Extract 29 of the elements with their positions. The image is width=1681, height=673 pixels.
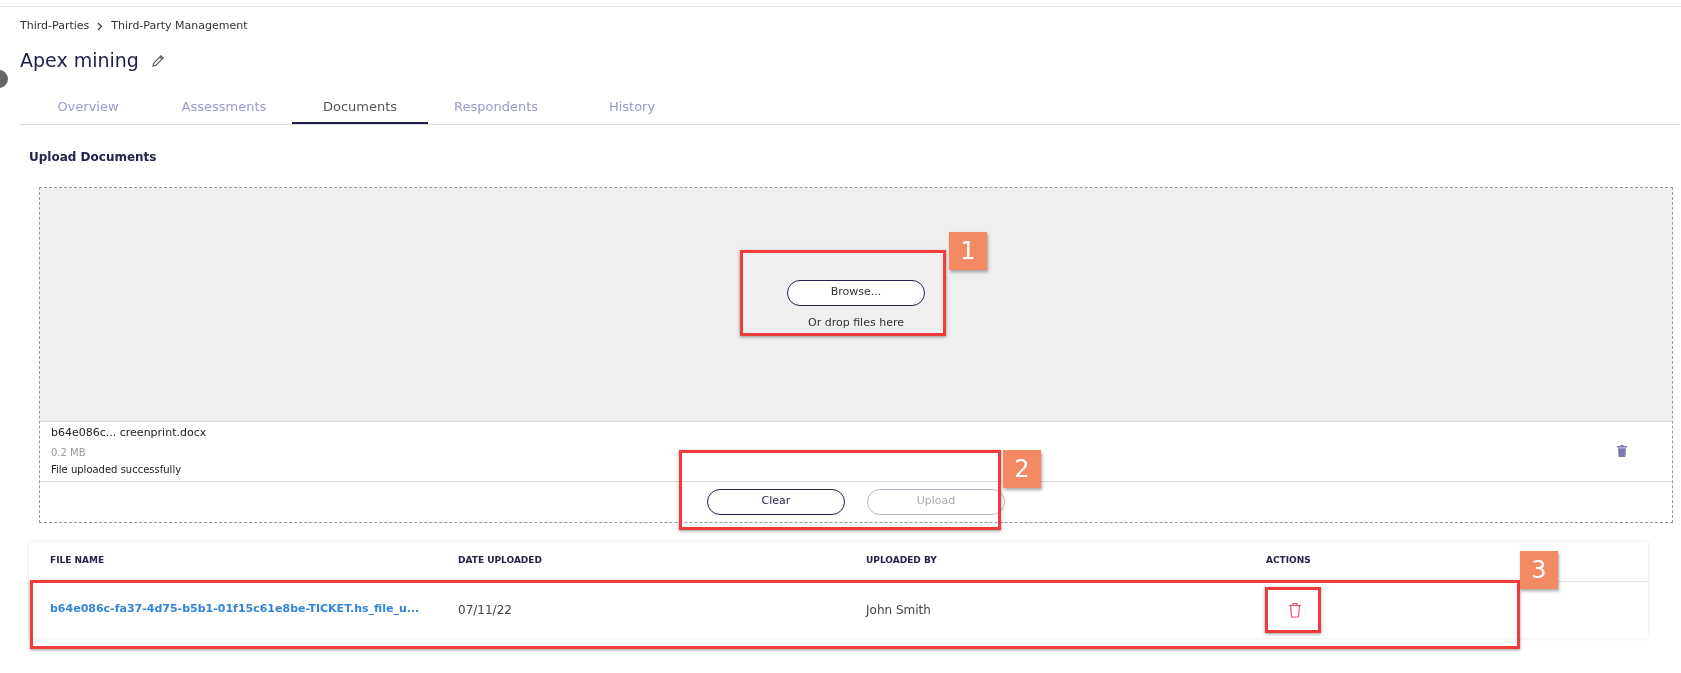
tab[interactable]: Documents <box>292 90 428 124</box>
upload-status: File uploaded successfully <box>51 462 183 477</box>
tab[interactable]: Respondents <box>428 90 564 124</box>
clear-button[interactable]: Clear <box>707 488 845 515</box>
callout-number: 3 <box>1520 551 1558 589</box>
callout-number: 2 <box>1003 450 1041 488</box>
trash-icon[interactable] <box>1617 445 1627 457</box>
file-name: b64e086c... creenprint.docx <box>51 425 207 442</box>
breadcrumb-link[interactable]: Third-Parties <box>20 18 90 35</box>
tab[interactable]: Assessments <box>156 90 292 124</box>
section-heading: Upload Documents <box>29 148 158 166</box>
drop-hint: Or drop files here <box>808 314 904 331</box>
file-size: 0.2 MB <box>51 445 87 460</box>
trash-icon[interactable] <box>1288 601 1302 618</box>
column-header: FILE NAME <box>50 554 106 568</box>
browse-button[interactable]: Browse... <box>787 279 925 306</box>
table-cell-text: 07/11/22 <box>458 601 513 619</box>
breadcrumb-current: Third-Party Management <box>111 18 248 34</box>
page-title: Apex mining <box>20 48 139 74</box>
column-header: DATE UPLOADED <box>458 554 543 568</box>
column-header: UPLOADED BY <box>866 554 938 568</box>
column-header: ACTIONS <box>1266 554 1312 568</box>
table-cell-text: John Smith <box>866 601 932 619</box>
tab[interactable]: Overview <box>20 90 156 124</box>
callout-number: 1 <box>949 232 987 270</box>
tab[interactable]: History <box>564 90 700 124</box>
file-link[interactable]: b64e086c-fa37-4d75-b5b1-01f15c61e8be-TICKET.hs_file_u... <box>50 601 458 618</box>
chevron-right-icon <box>97 21 104 31</box>
pencil-icon[interactable] <box>150 53 165 68</box>
